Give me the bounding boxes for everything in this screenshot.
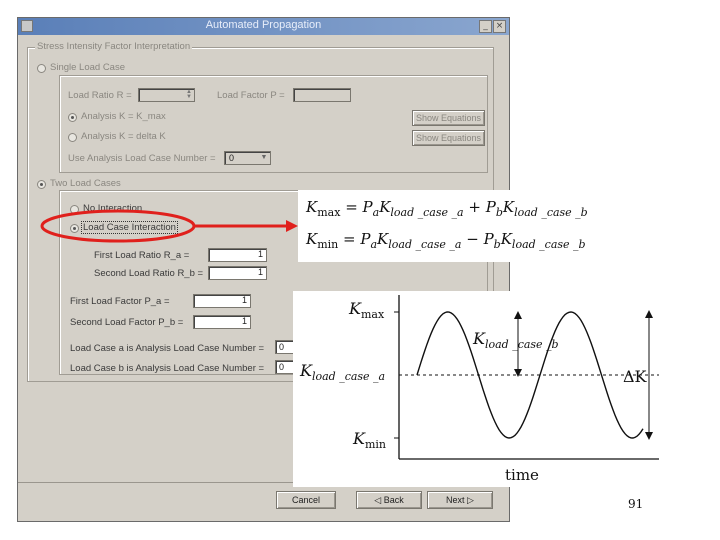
page-number: 91 <box>628 497 644 511</box>
time-label: time <box>505 466 539 484</box>
kmax-label: Kmax <box>349 299 385 322</box>
kcase-b-label: Kload _case _b <box>473 329 559 352</box>
highlight-ellipse <box>40 209 196 243</box>
delta-k-arrow-top <box>645 310 653 318</box>
delta-k-label: ΔK <box>623 367 647 386</box>
kcase-a-label: Kload _case _a <box>300 361 386 384</box>
highlight-arrow-head <box>286 220 298 232</box>
kmin-equation: Kmin = PaKload _case _a − PbKload _case … <box>306 230 586 251</box>
kcase-b-arrow-top <box>514 311 522 319</box>
kmax-equation: Kmax = PaKload _case _a + PbKload _case … <box>306 198 588 219</box>
equations-panel: Kmax = PaKload _case _a + PbKload _case … <box>298 190 612 262</box>
kcase-b-arrow-bottom <box>514 369 522 377</box>
kmin-label: Kmin <box>353 429 386 452</box>
delta-k-arrow-bottom <box>645 432 653 440</box>
load-cycle-plot: Kmax Kmin Kload _case _a Kload _case _b … <box>293 291 663 487</box>
